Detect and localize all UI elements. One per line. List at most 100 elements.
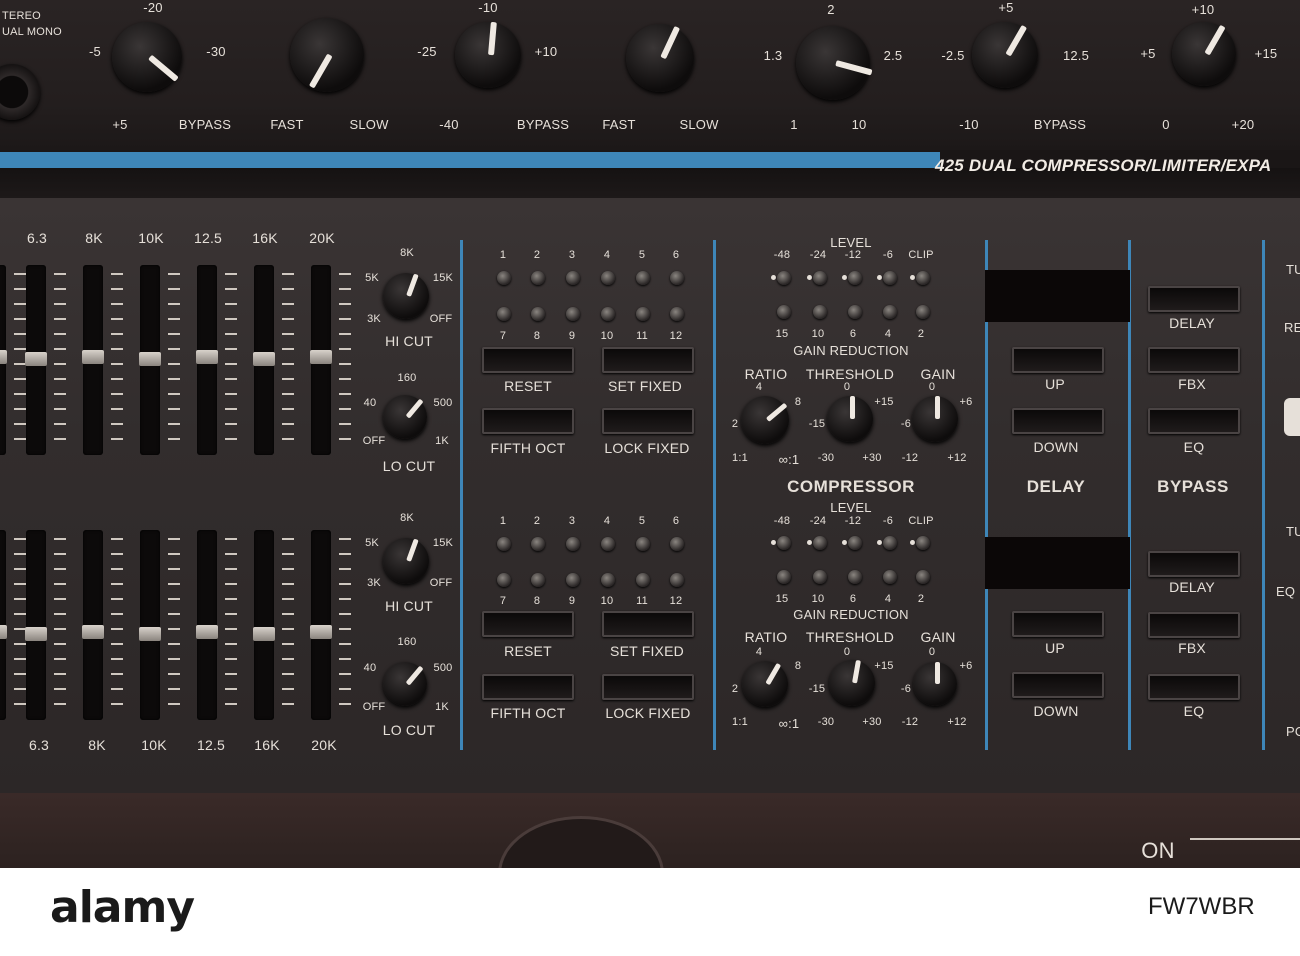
lo-cut-knob[interactable] [383,662,427,706]
top-knob-7[interactable] [1172,22,1236,86]
delay-title: DELAY [1026,477,1086,496]
eq-slider-cap[interactable] [196,350,218,364]
threshold-knob[interactable] [827,396,873,442]
eq-slider-cap[interactable] [139,352,161,366]
lock-fixed-button[interactable] [602,674,694,700]
top-label: 10 [851,117,867,132]
top-knob-2[interactable] [290,18,364,92]
eq-scale-tick [111,318,123,320]
eq-scale-tick [168,408,180,410]
fifth-oct-button[interactable] [482,408,574,434]
top-knob-6[interactable] [972,22,1038,88]
eq-slider-cap[interactable] [196,625,218,639]
compressor-led [848,305,862,319]
fbx-led-number: 11 [636,330,648,342]
eq-slider-cap[interactable] [25,352,47,366]
bypass-eq-button[interactable] [1148,674,1240,700]
gain-knob[interactable] [913,662,957,706]
gain-mark: -12 [901,716,919,728]
hi-cut-knob[interactable] [383,538,429,584]
hi-cut-knob[interactable] [383,273,429,319]
top-knob-1[interactable] [112,22,182,92]
eq-scale-tick [111,568,123,570]
eq-slider-cap[interactable] [310,625,332,639]
delay-down-button[interactable] [1012,408,1104,434]
top-label: SLOW [679,117,719,132]
fbx-led-number: 9 [568,595,576,607]
fbx-led-number: 5 [638,515,646,527]
delay-up-label: UP [1045,376,1065,392]
lo-cut-knob[interactable] [383,395,427,439]
eq-slider-cap[interactable] [139,627,161,641]
edge-label: EQ [1276,584,1296,599]
eq-scale-tick [54,303,66,305]
level-mark: -24 [809,249,827,261]
eq-scale-tick [168,303,180,305]
set-fixed-button[interactable] [602,347,694,373]
bypass-fbx-button[interactable] [1148,612,1240,638]
eq-scale-tick [282,598,294,600]
fbx-led [497,307,511,321]
top-knob-5[interactable] [796,26,873,100]
eq-scale-tick [282,408,294,410]
eq-slider-cap[interactable] [25,627,47,641]
eq-freq-label: 12.5 [193,230,223,246]
lo-cut-mark: 40 [363,397,377,409]
fbx-led [601,307,615,321]
gain-mark: -12 [901,452,919,464]
eq-slider-cap[interactable] [310,350,332,364]
top-label: -2.5 [941,48,965,63]
ratio-knob[interactable] [742,661,788,707]
bypass-fbx-button[interactable] [1148,347,1240,373]
bypass-delay-button[interactable] [1148,551,1240,577]
eq-slider-track [254,530,274,720]
compressor-led [777,271,791,285]
eq-scale-tick [54,378,66,380]
gain-reduction-mark: 15 [775,593,789,605]
eq-slider-cap[interactable] [82,625,104,639]
eq-slider-cap[interactable] [0,625,7,639]
eq-scale-tick [225,363,237,365]
reset-button[interactable] [482,611,574,637]
eq-scale-tick [339,423,351,425]
bypass-title: BYPASS [1157,477,1229,496]
on-line [1190,838,1300,840]
threshold-label: THRESHOLD [805,629,895,645]
eq-slider-cap[interactable] [253,627,275,641]
bypass-eq-button[interactable] [1148,408,1240,434]
top-label: FAST [270,117,304,132]
delay-up-button[interactable] [1012,611,1104,637]
top-knob-4[interactable] [626,24,694,92]
compressor-led [848,271,862,285]
edge-label: PO [1286,724,1300,739]
threshold-knob[interactable] [829,659,875,706]
top-label: +5 [1140,46,1156,61]
ratio-knob[interactable] [741,396,789,444]
eq-scale-tick [168,568,180,570]
eq-slider-cap[interactable] [253,352,275,366]
eq-slider-cap[interactable] [82,350,104,364]
level-mark: -12 [844,249,862,261]
gain-knob[interactable] [912,396,958,442]
top-knob-3[interactable] [455,21,521,88]
delay-up-button[interactable] [1012,347,1104,373]
reset-button[interactable] [482,347,574,373]
lock-fixed-label: LOCK FIXED [605,705,691,721]
eq-scale-tick [168,348,180,350]
fbx-led [636,307,650,321]
level-label: LEVEL [830,235,872,250]
eq-scale-tick [54,658,66,660]
set-fixed-button[interactable] [602,611,694,637]
gain-mark: +6 [959,660,973,672]
fifth-oct-button[interactable] [482,674,574,700]
lock-fixed-button[interactable] [602,408,694,434]
eq-slider-cap[interactable] [0,350,7,364]
bypass-delay-button[interactable] [1148,286,1240,312]
ratio-label: RATIO [744,629,788,645]
delay-down-button[interactable] [1012,672,1104,698]
dual-mono-label: UAL MONO [2,26,62,38]
compressor-led [883,536,897,550]
eq-scale-tick [168,363,180,365]
eq-scale-tick [339,273,351,275]
eq-scale-tick [225,673,237,675]
